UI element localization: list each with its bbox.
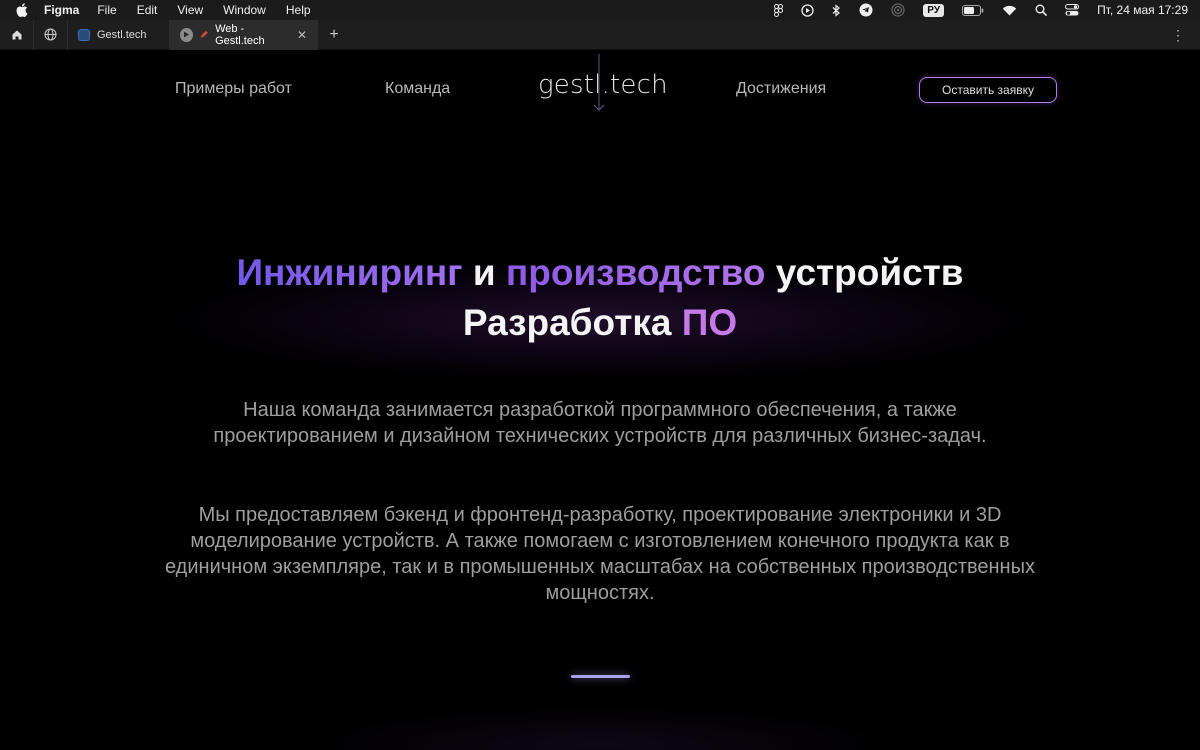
headline-word-po: ПО bbox=[681, 302, 738, 343]
home-icon bbox=[12, 30, 21, 39]
close-tab-icon[interactable]: ✕ bbox=[297, 28, 307, 42]
figma-icon[interactable] bbox=[774, 3, 784, 17]
nav-link-team[interactable]: Команда bbox=[385, 80, 450, 98]
leave-request-button[interactable]: Оставить заявку bbox=[919, 77, 1057, 103]
arrow-down-icon bbox=[592, 54, 606, 112]
battery-icon[interactable] bbox=[962, 4, 984, 16]
menu-file[interactable]: File bbox=[97, 3, 116, 17]
tab-gestl-tech[interactable]: Gestl.tech bbox=[68, 19, 170, 50]
tab-web-gestl-tech[interactable]: Web - Gestl.tech ✕ bbox=[170, 19, 318, 50]
globe-icon bbox=[44, 28, 57, 41]
menu-window[interactable]: Window bbox=[223, 3, 266, 17]
bluetooth-icon[interactable] bbox=[832, 3, 841, 17]
headline-word-and: и bbox=[462, 252, 506, 293]
play-circle-icon[interactable] bbox=[801, 3, 814, 17]
telegram-icon[interactable] bbox=[859, 3, 873, 17]
headline-software-dev: Разработка bbox=[462, 302, 682, 343]
intro-paragraph: Наша команда занимается разработкой прог… bbox=[213, 399, 987, 447]
website-canvas: Примеры работ Команда gestl.tech Достиже… bbox=[0, 50, 1200, 750]
hero-headline: Инжиниринг и производство устройств Разр… bbox=[0, 248, 1200, 348]
menu-view[interactable]: View bbox=[177, 3, 203, 17]
file-icon bbox=[78, 28, 90, 41]
services-paragraph: Мы предоставляем бэкенд и фронтенд-разра… bbox=[165, 504, 1035, 604]
tab-label: Gestl.tech bbox=[97, 28, 147, 41]
community-button[interactable] bbox=[34, 19, 68, 50]
scroll-indicator[interactable] bbox=[571, 675, 630, 678]
nav-link-works[interactable]: Примеры работ bbox=[175, 80, 292, 98]
menu-help[interactable]: Help bbox=[286, 3, 311, 17]
home-button[interactable] bbox=[0, 19, 34, 50]
apple-icon[interactable] bbox=[0, 3, 44, 17]
nav-link-achievements[interactable]: Достижения bbox=[736, 80, 826, 98]
menu-bar-clock[interactable]: Пт, 24 мая 17:29 bbox=[1097, 3, 1188, 17]
headline-word-devices: устройств bbox=[765, 252, 964, 293]
present-icon bbox=[180, 27, 193, 42]
macos-menu-bar: Figma File Edit View Window Help РУ Пт, … bbox=[0, 0, 1200, 20]
figma-tab-bar: Gestl.tech Web - Gestl.tech ✕ + ⋮ bbox=[0, 19, 1200, 50]
control-center-icon[interactable] bbox=[1065, 4, 1080, 16]
bottom-glow bbox=[300, 705, 900, 750]
more-options-icon[interactable]: ⋮ bbox=[1171, 27, 1186, 44]
pen-icon bbox=[200, 30, 208, 38]
tab-label: Web - Gestl.tech bbox=[215, 22, 265, 47]
menu-edit[interactable]: Edit bbox=[137, 3, 158, 17]
headline-word-engineering: Инжиниринг bbox=[236, 252, 463, 293]
search-icon[interactable] bbox=[1035, 4, 1047, 16]
keyboard-layout-indicator[interactable]: РУ bbox=[923, 3, 945, 17]
wifi-icon[interactable] bbox=[1002, 5, 1017, 16]
app-menu-figma[interactable]: Figma bbox=[44, 3, 79, 17]
menu-bar-status-area: РУ Пт, 24 мая 17:29 bbox=[774, 0, 1188, 20]
airdrop-icon[interactable] bbox=[891, 3, 905, 17]
headline-word-production: производство bbox=[505, 252, 766, 293]
new-tab-button[interactable]: + bbox=[326, 26, 342, 44]
